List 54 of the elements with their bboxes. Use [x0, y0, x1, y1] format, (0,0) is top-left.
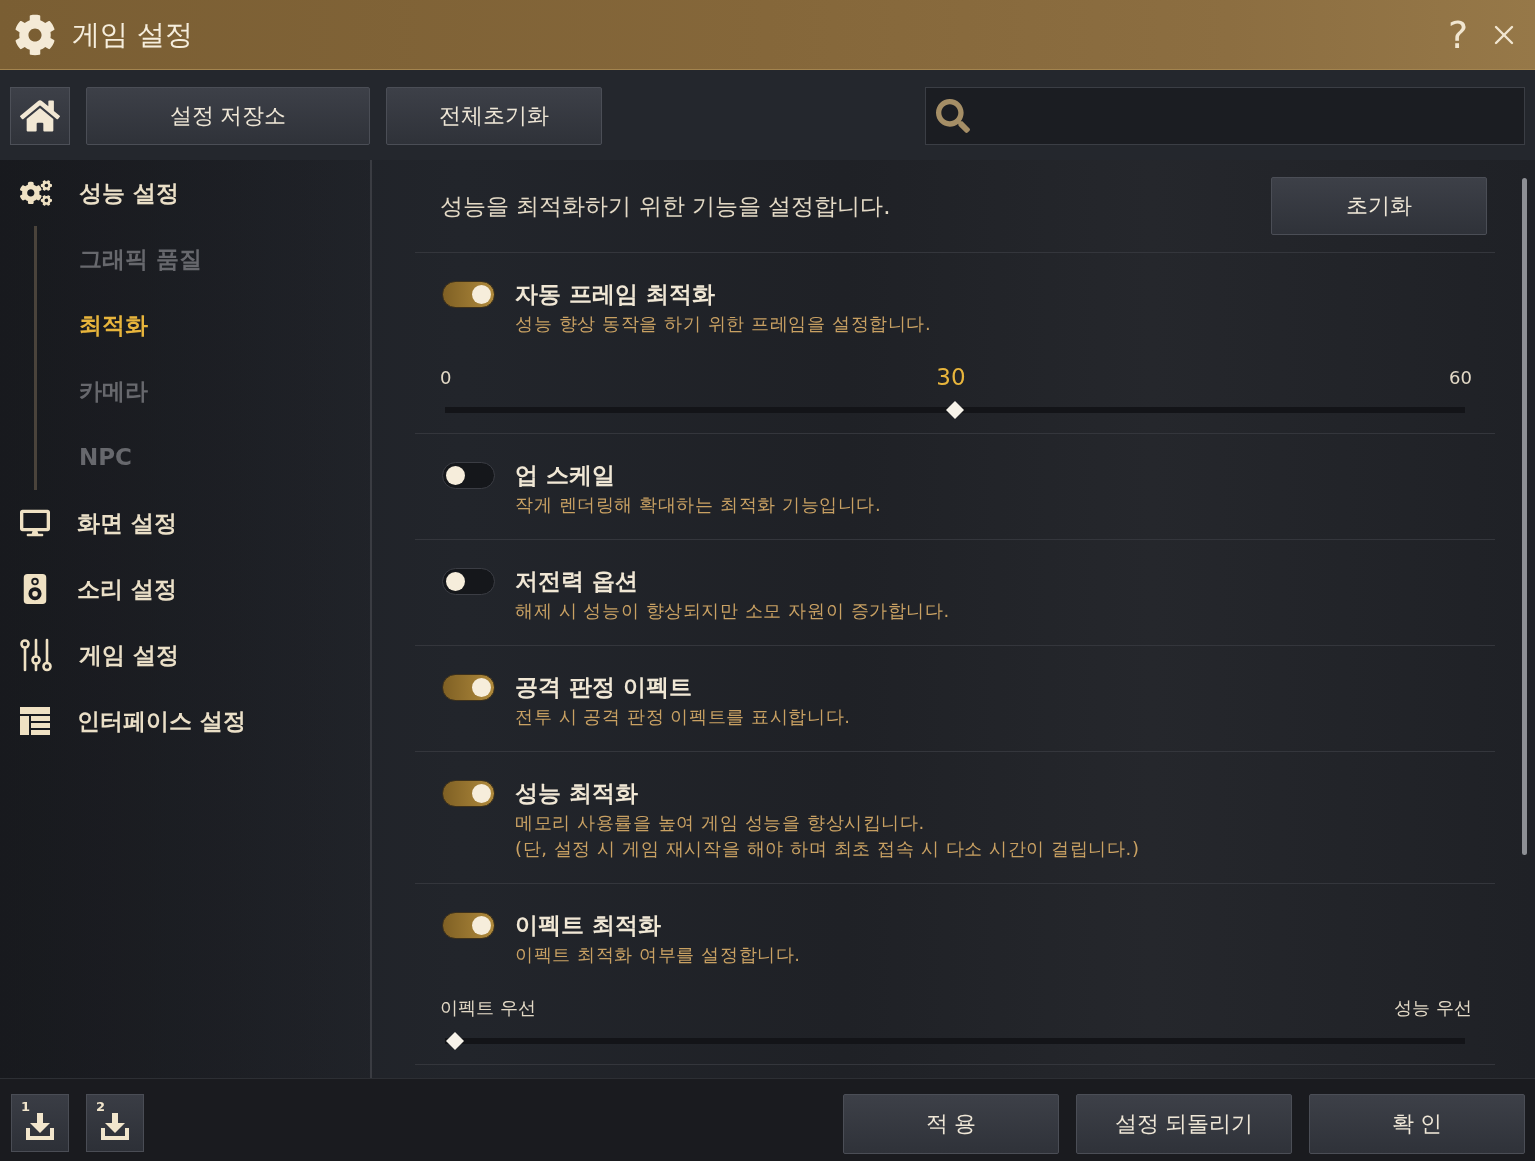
- sidebar-item[interactable]: 소리 설정: [0, 556, 370, 622]
- slider-max-label: 60: [1449, 366, 1472, 388]
- option-description: 성능 향상 동작을 하기 위한 프레임을 설정합니다.: [515, 312, 932, 336]
- toggle-switch[interactable]: [442, 674, 495, 701]
- scrollbar-thumb[interactable]: [1522, 178, 1527, 855]
- toolbar-button[interactable]: 설정 저장소: [86, 87, 370, 145]
- sidebar-item[interactable]: 게임 설정: [0, 622, 370, 688]
- option-description: 메모리 사용률을 높여 게임 성능을 향상시킵니다. (단, 설정 시 게임 재시작을 해야 하며 최초 접속 시 다소 시간이 걸립니다.): [515, 811, 1140, 861]
- footer-button[interactable]: 확 인: [1309, 1094, 1525, 1154]
- slider-min-label: 0: [440, 366, 452, 388]
- option-description: 작게 렌더링해 확대하는 최적화 기능입니다.: [515, 493, 882, 517]
- home-button[interactable]: [10, 87, 70, 145]
- option-description: 해제 시 성능이 향상되지만 소모 자원이 증가합니다.: [515, 599, 950, 623]
- download-slot-button[interactable]: 2: [86, 1094, 144, 1152]
- footer-button[interactable]: 적 용: [843, 1094, 1059, 1154]
- panel-description: 성능을 최적화하기 위한 기능을 설정합니다.: [440, 192, 891, 221]
- toolbar-button[interactable]: 전체초기화: [386, 87, 602, 145]
- option-title: 공격 판정 이펙트: [515, 673, 693, 702]
- download-tray-icon: [100, 1111, 130, 1141]
- toggle-switch[interactable]: [442, 281, 495, 308]
- slider-value: 30: [936, 363, 966, 392]
- toggle-switch[interactable]: [442, 462, 495, 489]
- option-description: 이펙트 최적화 여부를 설정합니다.: [515, 943, 801, 967]
- slider-thumb[interactable]: [945, 400, 965, 420]
- slot-number: 1: [21, 1100, 31, 1114]
- option-description: 전투 시 공격 판정 이펙트를 표시합니다.: [515, 705, 851, 729]
- search-icon: [936, 99, 970, 133]
- gear-icon: [14, 13, 56, 56]
- window-title: 게임 설정: [72, 16, 194, 53]
- slider-thumb[interactable]: [445, 1031, 465, 1051]
- toggle-switch[interactable]: [442, 568, 495, 595]
- download-slot-button[interactable]: 1: [11, 1094, 69, 1152]
- toggle-switch[interactable]: [442, 912, 495, 939]
- toggle-switch[interactable]: [442, 780, 495, 807]
- sidebar-item[interactable]: 성능 설정: [0, 160, 370, 226]
- slot-number: 2: [96, 1100, 106, 1114]
- option-title: 이펙트 최적화: [515, 911, 662, 940]
- reset-button[interactable]: 초기화: [1271, 177, 1487, 235]
- slider-max-label: 성능 우선: [1394, 996, 1472, 1020]
- monitor-icon: [20, 508, 50, 538]
- layout-icon: [20, 707, 50, 735]
- search-field[interactable]: [925, 87, 1525, 145]
- slider-min-label: 이펙트 우선: [440, 996, 536, 1020]
- footer-button[interactable]: 설정 되돌리기: [1076, 1094, 1292, 1154]
- download-tray-icon: [25, 1111, 55, 1141]
- option-title: 자동 프레임 최적화: [515, 280, 716, 309]
- option-title: 저전력 옵션: [515, 567, 639, 596]
- option-title: 업 스케일: [515, 461, 616, 490]
- gears-icon: [20, 177, 52, 209]
- option-title: 성능 최적화: [515, 779, 639, 808]
- sidebar-item[interactable]: 화면 설정: [0, 490, 370, 556]
- sidebar-subitem[interactable]: 최적화: [79, 292, 370, 358]
- sidebar-item[interactable]: 인터페이스 설정: [0, 688, 370, 754]
- sliders-icon: [20, 638, 52, 672]
